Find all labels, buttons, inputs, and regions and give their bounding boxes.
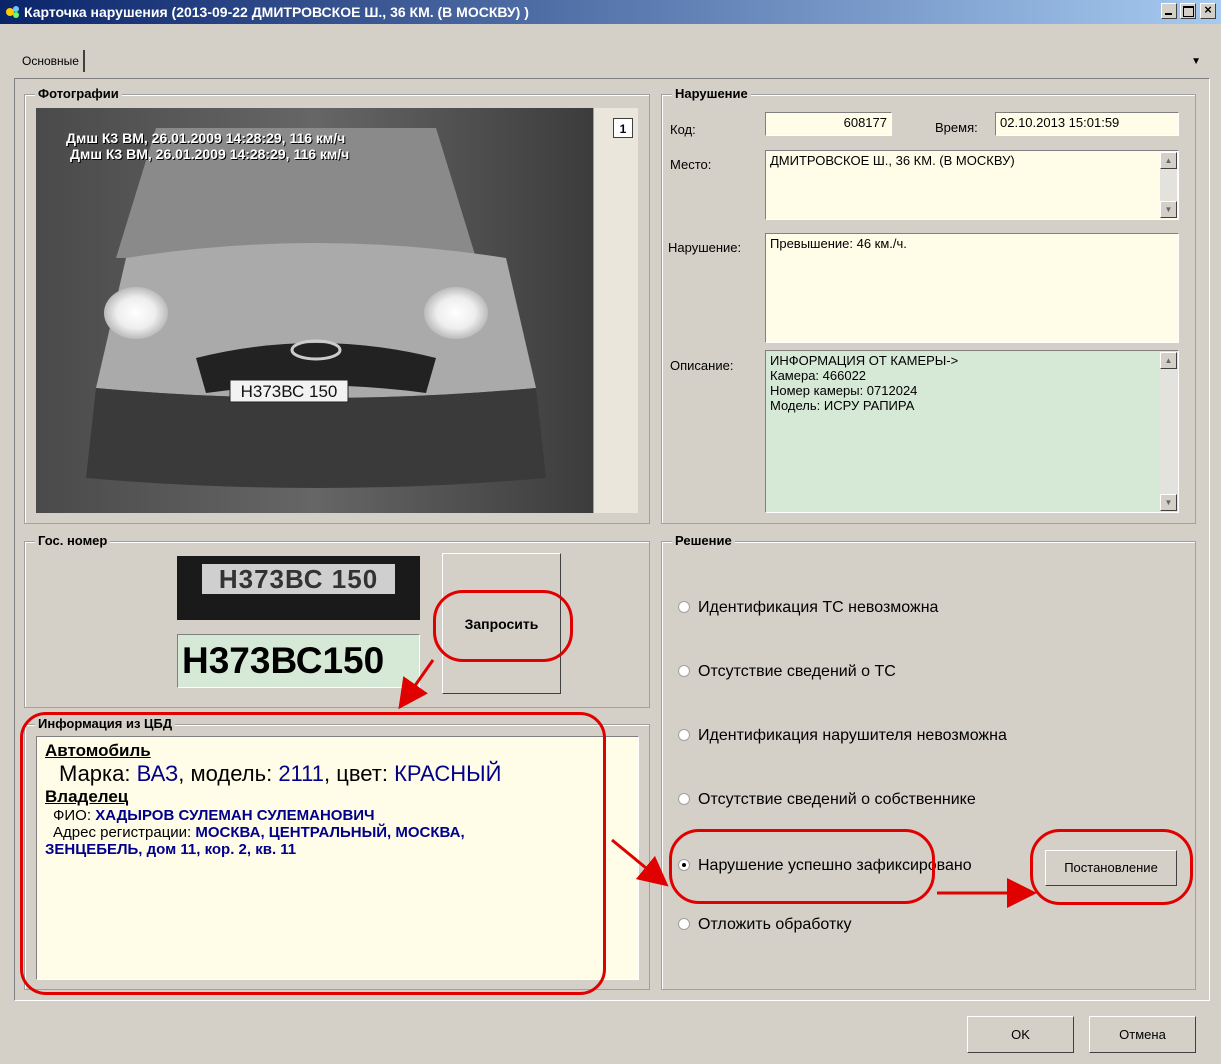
violation-field[interactable]: Превышение: 46 км./ч.: [765, 233, 1179, 343]
annotation-oval-cbd: [20, 712, 606, 995]
ok-button[interactable]: OK: [967, 1016, 1074, 1053]
plate-number-field[interactable]: Н373ВС150: [177, 634, 420, 688]
ok-button-label: OK: [1011, 1027, 1030, 1042]
annotation-oval-resolution: [1030, 829, 1193, 905]
photo-caption-1: Дмш К3 ВМ, 26.01.2009 14:28:29, 116 км/ч: [66, 130, 346, 146]
radio-postpone[interactable]: Отложить обработку: [678, 916, 851, 934]
place-label: Место:: [670, 157, 712, 172]
radio-dot[interactable]: [678, 793, 690, 805]
radio-dot[interactable]: [678, 665, 690, 677]
maximize-button[interactable]: [1180, 3, 1196, 19]
photos-group-title: Фотографии: [35, 86, 122, 101]
scroll-down-icon[interactable]: ▼: [1160, 494, 1177, 511]
tab-menu-arrow-icon[interactable]: ▼: [1191, 56, 1201, 67]
tab-strip: Основные ▼: [0, 26, 1221, 76]
scroll-up-icon[interactable]: ▲: [1160, 352, 1177, 369]
car-photo-icon: Н373ВС 150: [36, 108, 593, 513]
violation-photo[interactable]: Н373ВС 150 Дмш К3 ВМ, 26.01.2009 14:28:2…: [36, 108, 593, 513]
minimize-button[interactable]: [1161, 3, 1177, 19]
cancel-button-label: Отмена: [1119, 1027, 1166, 1042]
annotation-oval-request: [433, 590, 573, 662]
radio-vehicle-id-impossible[interactable]: Идентификация ТС невозможна: [678, 599, 938, 617]
scroll-up-icon[interactable]: ▲: [1160, 152, 1177, 169]
photo-thumbnail-strip: [593, 108, 638, 513]
code-label: Код:: [670, 122, 696, 137]
radio-label: Идентификация ТС невозможна: [698, 599, 939, 616]
place-text: ДМИТРОВСКОЕ Ш., 36 КМ. (В МОСКВУ): [770, 153, 1015, 168]
place-scrollbar[interactable]: ▲ ▼: [1160, 152, 1177, 218]
description-scrollbar[interactable]: ▲ ▼: [1160, 352, 1177, 511]
violation-label: Нарушение:: [668, 240, 742, 255]
code-field[interactable]: 608177: [765, 112, 892, 136]
place-field[interactable]: ДМИТРОВСКОЕ Ш., 36 КМ. (В МОСКВУ) ▲ ▼: [765, 150, 1179, 220]
photo-plate-text: Н373ВС 150: [241, 382, 338, 401]
cancel-button[interactable]: Отмена: [1089, 1016, 1196, 1053]
decision-group-title: Решение: [672, 533, 735, 548]
description-line: Номер камеры: 0712024: [770, 383, 918, 398]
annotation-oval-recorded: [669, 829, 935, 904]
radio-dot[interactable]: [678, 729, 690, 741]
description-line: Модель: ИСРУ РАПИРА: [770, 398, 915, 413]
close-button[interactable]: ×: [1200, 2, 1216, 19]
violation-group-title: Нарушение: [672, 86, 751, 101]
description-label: Описание:: [670, 358, 734, 373]
radio-dot[interactable]: [678, 918, 690, 930]
title-bar: Карточка нарушения (2013-09-22 ДМИТРОВСК…: [0, 0, 1221, 24]
radio-label: Отложить обработку: [698, 916, 852, 933]
radio-violator-id-impossible[interactable]: Идентификация нарушителя невозможна: [678, 727, 1007, 745]
description-field[interactable]: ИНФОРМАЦИЯ ОТ КАМЕРЫ-> Камера: 466022 Но…: [765, 350, 1179, 513]
photo-caption-2: Дмш К3 ВМ, 26.01.2009 14:28:29, 116 км/ч: [70, 146, 350, 162]
radio-label: Идентификация нарушителя невозможна: [698, 727, 1007, 744]
radio-no-vehicle-info[interactable]: Отсутствие сведений о ТС: [678, 663, 896, 681]
time-label: Время:: [935, 120, 978, 135]
radio-dot[interactable]: [678, 601, 690, 613]
description-line: Камера: 466022: [770, 368, 867, 383]
photo-page-number[interactable]: 1: [613, 118, 633, 138]
app-icon: [6, 6, 19, 18]
window-title: Карточка нарушения (2013-09-22 ДМИТРОВСК…: [24, 4, 529, 20]
plate-crop-text: Н373ВС 150: [202, 564, 395, 594]
radio-no-owner-info[interactable]: Отсутствие сведений о собственнике: [678, 791, 976, 809]
radio-label: Отсутствие сведений о собственнике: [698, 791, 976, 808]
time-field[interactable]: 02.10.2013 15:01:59: [995, 112, 1179, 136]
tab-main[interactable]: Основные: [22, 50, 85, 72]
scroll-down-icon[interactable]: ▼: [1160, 201, 1177, 218]
description-line: ИНФОРМАЦИЯ ОТ КАМЕРЫ->: [770, 353, 959, 368]
plate-group-title: Гос. номер: [35, 533, 111, 548]
plate-crop-image: Н373ВС 150: [177, 556, 420, 620]
radio-label: Отсутствие сведений о ТС: [698, 663, 896, 680]
